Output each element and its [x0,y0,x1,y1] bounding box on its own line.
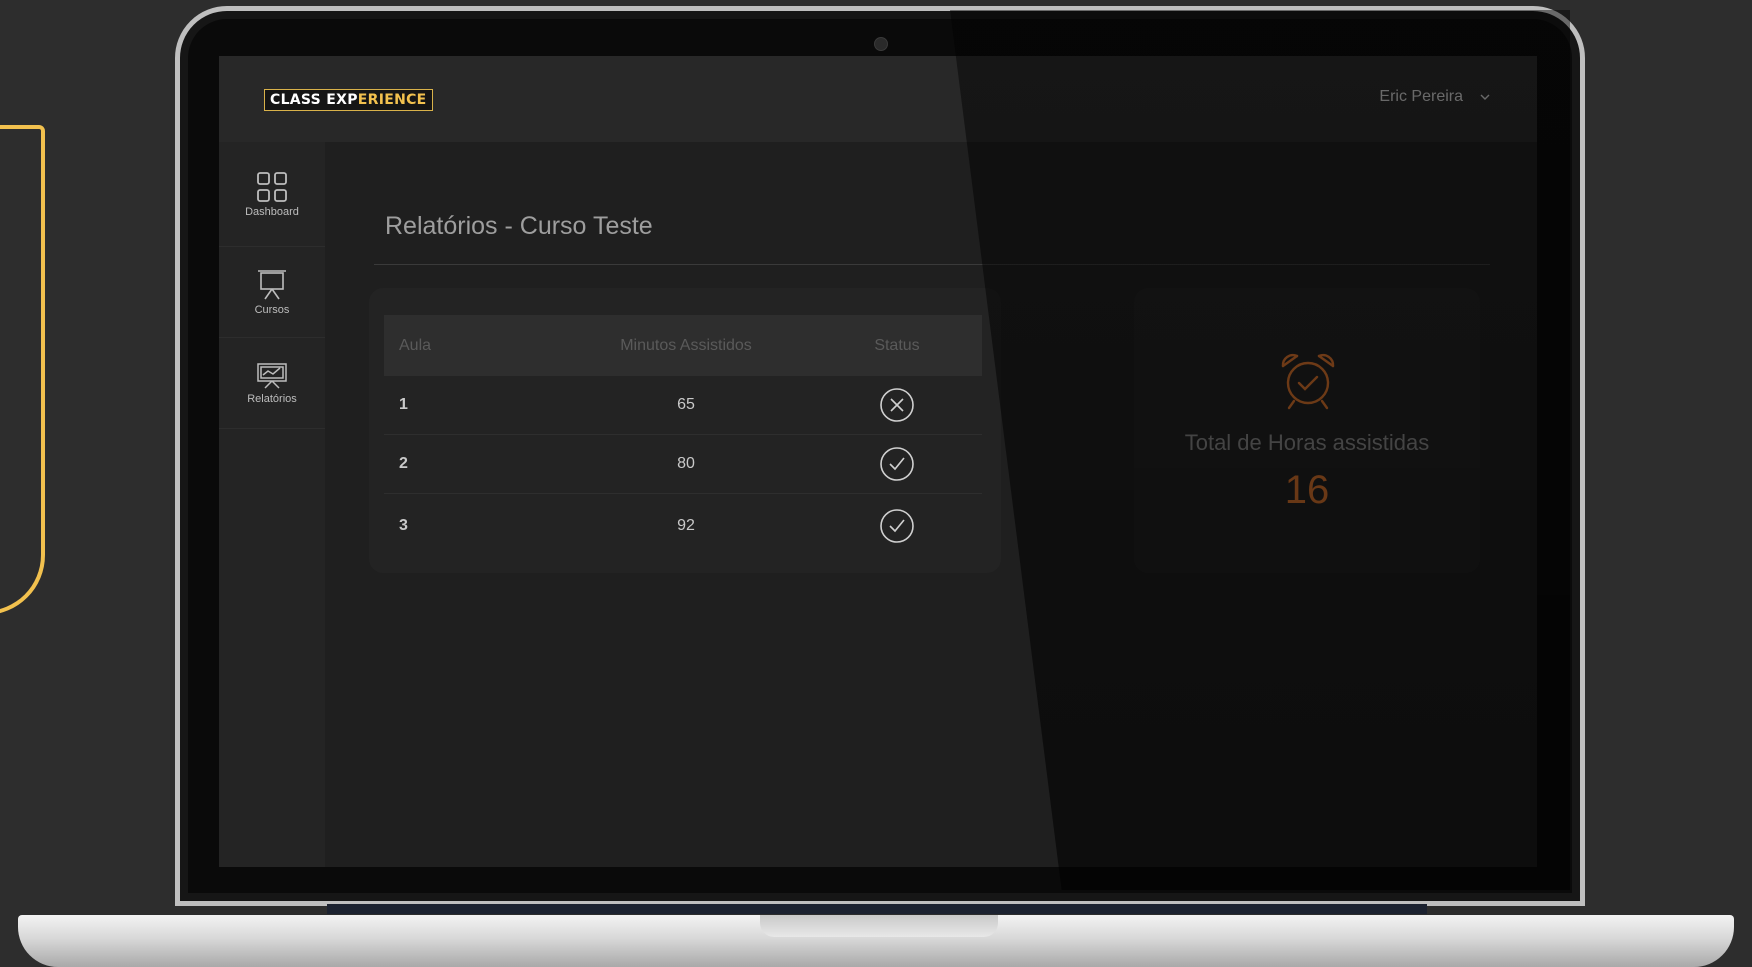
lessons-table: Aula Minutos Assistidos Status 1 65 2 80… [384,315,982,558]
table-row: 2 80 [384,434,982,494]
cell-status [812,494,982,559]
check-circle-icon [880,447,914,481]
cell-minutos: 65 [560,376,812,435]
grid-icon [257,171,287,202]
app-screen: CLASS EXPERIENCE Eric Pereira Dashboard [219,56,1537,867]
sidebar-item-dashboard[interactable]: Dashboard [219,142,325,247]
cell-status [812,434,982,494]
table-row: 1 65 [384,376,982,435]
cell-minutos: 80 [560,434,812,494]
sidebar-item-label: Relatórios [247,392,297,405]
title-divider [374,264,1490,265]
alarm-clock-icon [1281,354,1335,410]
camera-icon [874,37,888,51]
column-header-minutos: Minutos Assistidos [560,315,812,376]
lid-hinge [327,904,1427,914]
check-circle-icon [880,509,914,543]
user-menu[interactable]: Eric Pereira [1379,88,1491,106]
cell-minutos: 92 [677,517,695,534]
total-hours-card: Total de Horas assistidas 16 [1134,288,1480,573]
sidebar-item-label: Cursos [254,303,290,316]
column-header-aula: Aula [384,315,560,376]
page-title: Relatórios - Curso Teste [385,212,653,240]
presentation-board-icon [258,269,286,299]
cell-aula: 3 [399,517,408,534]
sidebar: Dashboard Cursos Relatórios [219,142,325,867]
cell-aula: 1 [384,376,560,435]
brand-logo[interactable]: CLASS EXPERIENCE [264,89,433,111]
laptop-base-notch [760,915,998,937]
sidebar-item-label: Dashboard [245,205,299,218]
sidebar-item-cursos[interactable]: Cursos [219,247,325,338]
table-header-row: Aula Minutos Assistidos Status [384,315,982,376]
cell-aula: 2 [384,434,560,494]
logo-text-accent: ERIENCE [357,92,427,108]
cell-status [812,376,982,435]
logo-text-main: CLASS EXP [270,92,358,108]
total-hours-value: 16 [1284,468,1330,512]
user-name: Eric Pereira [1379,88,1463,105]
decorative-outline [0,125,45,615]
sidebar-item-relatorios[interactable]: Relatórios [219,338,325,429]
lessons-report-card: Aula Minutos Assistidos Status 1 65 2 80… [369,288,1001,573]
x-circle-icon [880,388,914,422]
total-hours-label: Total de Horas assistidas [1184,430,1430,455]
column-header-status: Status [812,315,982,376]
chevron-down-icon [1480,94,1490,100]
table-row: 3 92 [384,494,982,559]
chart-board-icon [257,362,287,389]
top-bar: CLASS EXPERIENCE Eric Pereira [219,56,1537,142]
